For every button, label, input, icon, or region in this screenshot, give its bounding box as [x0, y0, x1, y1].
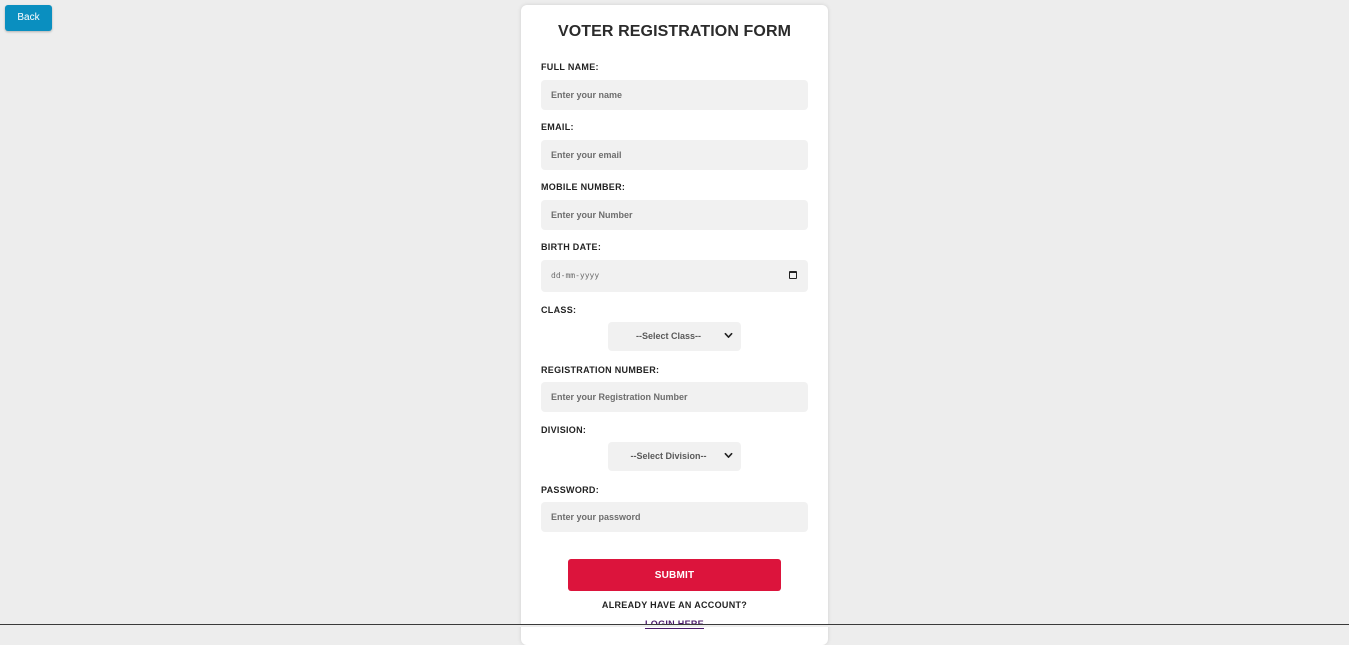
class-select-value: --Select Class--: [635, 331, 702, 341]
submit-button[interactable]: SUBMIT: [568, 559, 781, 591]
birth-date-input[interactable]: dd-mm-yyyy: [541, 260, 808, 292]
registration-number-label: REGISTRATION NUMBER:: [541, 365, 660, 375]
full-name-input[interactable]: [541, 80, 808, 110]
chevron-down-icon: [724, 332, 733, 338]
mobile-number-input[interactable]: [541, 200, 808, 230]
class-label: CLASS:: [541, 305, 577, 315]
division-select[interactable]: --Select Division--: [608, 442, 741, 471]
already-have-account-text: ALREADY HAVE AN ACCOUNT?: [601, 600, 748, 610]
birth-date-placeholder: dd-mm-yyyy: [551, 271, 600, 280]
calendar-icon[interactable]: [789, 271, 797, 279]
mobile-number-label: MOBILE NUMBER:: [541, 182, 626, 192]
password-input[interactable]: [541, 502, 808, 532]
back-button[interactable]: Back: [5, 5, 52, 31]
email-label: EMAIL:: [541, 122, 574, 132]
page-title: VOTER REGISTRATION FORM: [557, 23, 792, 40]
class-select[interactable]: --Select Class--: [608, 322, 741, 351]
full-name-label: FULL NAME:: [541, 62, 599, 72]
chevron-down-icon: [724, 452, 733, 458]
division-select-value: --Select Division--: [630, 451, 707, 461]
password-label: PASSWORD:: [541, 485, 600, 495]
email-input[interactable]: [541, 140, 808, 170]
registration-form-card: VOTER REGISTRATION FORM FULL NAME: EMAIL…: [521, 5, 828, 645]
division-label: DIVISION:: [541, 425, 587, 435]
birth-date-label: BIRTH DATE:: [541, 242, 602, 252]
registration-number-input[interactable]: [541, 382, 808, 412]
